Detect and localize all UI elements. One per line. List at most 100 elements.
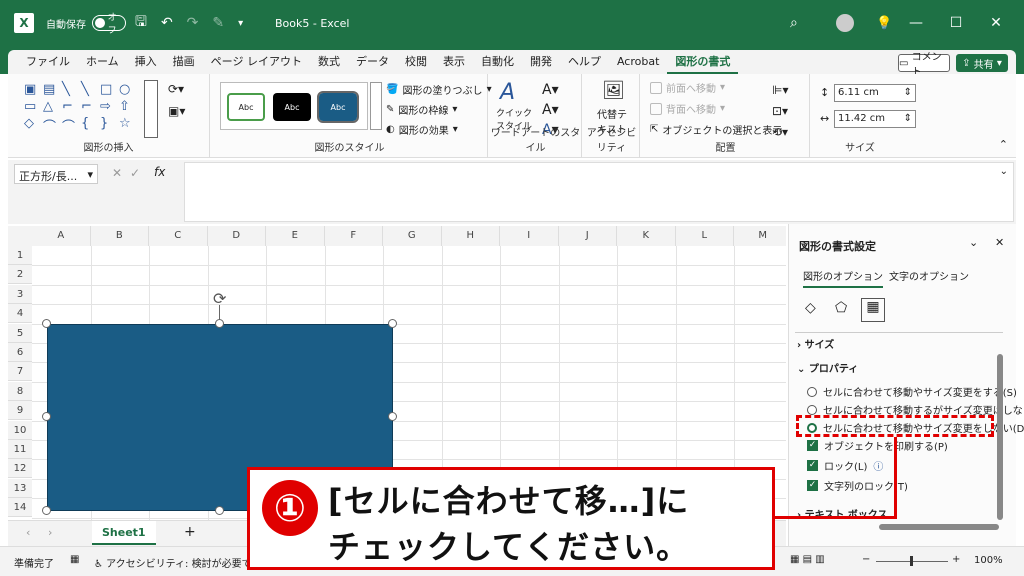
send-backward-button[interactable]: 背面へ移動 ▾ [650,101,725,116]
quick-style-icon[interactable]: A [500,80,515,105]
row-header[interactable]: 3 [8,284,32,304]
bring-forward-button[interactable]: 前面へ移動 ▾ [650,80,725,95]
restore-button[interactable]: ☐ [936,15,976,31]
dropdown-icon[interactable]: ▾ [238,18,243,29]
shapes-gallery[interactable]: ▣ ▤ ╲ ╲ □ ○ ▭ △ ⌐ ⌐ ⇨ ⇧ ◇ ⌒ ⌒{} ☆ [24,82,137,135]
column-header[interactable]: E [266,226,325,246]
alt-text-icon[interactable]: 🖼 [602,80,625,101]
comment-button[interactable]: ▭ コメント [898,52,950,78]
autosave-toggle[interactable]: オフ [92,13,126,36]
column-header[interactable]: K [617,226,676,246]
column-header[interactable]: A [32,226,91,246]
column-header[interactable]: B [90,226,149,246]
pane-scrollbar[interactable] [997,354,1003,520]
tab-review[interactable]: 校閲 [397,50,435,74]
tab-view[interactable]: 表示 [435,50,473,74]
close-button[interactable]: ✕ [976,15,1016,31]
name-box[interactable]: 正方形/長... ▾ [14,164,98,184]
checkbox-lock-text[interactable]: ✓ 文字列のロック(T) [807,478,908,493]
avatar[interactable] [836,0,854,46]
view-icons[interactable]: ▦ ▤ ▥ [790,554,825,565]
checkbox-print[interactable]: ✓ オブジェクトを印刷する(P) [807,438,948,453]
width-input[interactable]: 11.42 cm ⇕ [834,110,916,128]
lightbulb-icon[interactable]: 💡 [876,0,892,46]
tab-text-options[interactable]: 文字のオプション [889,268,969,283]
column-header[interactable]: M [734,226,786,246]
sheet-tab-sheet1[interactable]: Sheet1 [92,521,156,545]
select-all[interactable] [8,226,32,246]
row-header[interactable]: 11 [8,440,32,459]
styles-more[interactable] [370,82,382,130]
column-header[interactable]: C [149,226,208,246]
tab-draw[interactable]: 描画 [165,50,203,74]
pane-close-icon[interactable]: ✕ [995,236,1004,249]
row-header[interactable]: 6 [8,343,32,362]
redo-icon[interactable]: ↷ [187,15,199,31]
format-painter-icon[interactable]: ✎ [212,15,224,31]
zoom-out-icon[interactable]: − [862,554,870,565]
selection-pane-button[interactable]: ⇱ オブジェクトの選択と表示 [650,122,782,137]
resize-handle[interactable] [388,412,397,421]
zoom-level[interactable]: 100% [974,555,1003,566]
tab-insert[interactable]: 挿入 [127,50,165,74]
column-header[interactable]: L [675,226,734,246]
tab-data[interactable]: データ [348,50,397,74]
row-header[interactable]: 2 [8,265,32,285]
fill-line-icon[interactable]: ◇ [805,300,816,316]
column-header[interactable]: I [500,226,559,246]
search-icon[interactable]: ⌕ [790,0,798,46]
column-header[interactable]: F [324,226,383,246]
accessibility-status[interactable]: ♿ アクセシビリティ: 検討が必要です [94,555,262,570]
save-icon[interactable]: 🖫 [135,11,147,35]
style-white[interactable]: Abc [227,93,265,121]
row-header[interactable]: 4 [8,304,32,324]
function-icon[interactable]: fx [154,165,165,179]
tab-acrobat[interactable]: Acrobat [609,50,667,74]
zoom-in-icon[interactable]: + [952,554,960,565]
tab-automate[interactable]: 自動化 [473,50,522,74]
pane-hscrollbar[interactable] [879,524,999,530]
row-header[interactable]: 10 [8,420,32,440]
resize-handle[interactable] [42,506,51,515]
tab-formulas[interactable]: 数式 [310,50,348,74]
shape-effects-button[interactable]: ◐ 図形の効果 ▾ [386,122,458,137]
style-black[interactable]: Abc [273,93,311,121]
tab-file[interactable]: ファイル [18,50,78,74]
style-blue[interactable]: Abc [317,91,359,123]
column-header[interactable]: J [558,226,617,246]
resize-handle[interactable] [388,319,397,328]
pane-options-icon[interactable]: ⌄ [969,236,978,249]
effects-pentagon-icon[interactable]: ⬠ [835,300,847,316]
column-header[interactable]: H [441,226,500,246]
cancel-icon[interactable]: ✕ [112,166,122,180]
align-icons[interactable]: ⊫▾ ⊡▾ ⟲▾ [772,80,788,143]
shape-fill-button[interactable]: 🪣 図形の塗りつぶし ▾ [386,82,492,97]
share-button[interactable]: ⇪ 共有 ▾ [956,54,1008,72]
tab-developer[interactable]: 開発 [522,50,560,74]
formula-input[interactable] [184,162,1014,222]
autosave[interactable]: 自動保存 オフ [46,0,126,46]
edit-shape-icon[interactable]: ⟳▾ [168,82,184,96]
row-header[interactable]: 9 [8,401,32,421]
resize-handle[interactable] [215,506,224,515]
row-header[interactable]: 12 [8,459,32,479]
row-header[interactable]: 8 [8,381,32,401]
tab-shape-options[interactable]: 図形のオプション [803,268,883,288]
row-header[interactable]: 5 [8,323,32,343]
section-size[interactable]: › サイズ [797,336,834,351]
resize-handle[interactable] [215,319,224,328]
undo-icon[interactable]: ↶ [161,15,173,31]
macro-icon[interactable]: ▦ [70,554,79,565]
textbox-icon[interactable]: ▣▾ [168,104,185,118]
tab-shape-format[interactable]: 図形の書式 [667,50,739,74]
shape-outline-button[interactable]: ✎ 図形の枠線 ▾ [386,102,457,117]
column-header[interactable]: D [207,226,266,246]
zoom-thumb[interactable] [910,556,913,566]
prev-sheet-icon[interactable]: ‹ [26,526,30,539]
row-header[interactable]: 7 [8,362,32,382]
resize-handle[interactable] [42,412,51,421]
section-properties[interactable]: ⌄ プロパティ [797,360,858,375]
expand-formula-icon[interactable]: ⌄ [1000,166,1008,177]
row-header[interactable]: 14 [8,498,32,518]
resize-handle[interactable] [42,319,51,328]
